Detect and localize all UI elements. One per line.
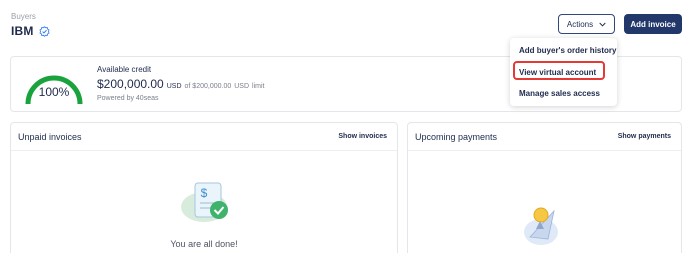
gauge-percent: 100% — [38, 85, 70, 99]
credit-gauge: 100% — [22, 66, 86, 106]
actions-button[interactable]: Actions — [558, 14, 615, 34]
empty-state-text: You are all done! — [170, 239, 238, 249]
add-invoice-button[interactable]: Add invoice — [624, 14, 682, 34]
panel-header: Upcoming payments Show payments — [408, 123, 681, 151]
breadcrumb[interactable]: Buyers — [11, 12, 36, 21]
panel-header: Unpaid invoices Show invoices — [11, 123, 397, 151]
verified-check-icon — [39, 25, 50, 37]
rocket-illustration — [524, 207, 558, 245]
menu-item-add-order-history[interactable]: Add buyer's order history — [519, 46, 616, 55]
svg-text:$: $ — [201, 186, 208, 200]
credit-limit-currency: USD — [234, 83, 250, 90]
show-payments-link[interactable]: Show payments — [618, 133, 671, 140]
show-invoices-link[interactable]: Show invoices — [338, 133, 387, 140]
unpaid-invoices-panel: Unpaid invoices Show invoices $ You are … — [10, 122, 398, 253]
credit-amount: $200,000.00 — [97, 77, 164, 91]
menu-item-view-virtual-account[interactable]: View virtual account — [519, 68, 596, 77]
credit-currency: USD — [166, 83, 182, 90]
credit-label: Available credit — [97, 65, 152, 74]
upcoming-payments-panel: Upcoming payments Show payments — [407, 122, 682, 253]
title-row: IBM — [11, 24, 50, 38]
actions-menu: Add buyer's order history View virtual a… — [510, 38, 617, 106]
powered-by: Powered by 40seas — [97, 95, 159, 102]
actions-button-label: Actions — [566, 19, 594, 29]
invoice-done-illustration: $ — [181, 182, 228, 222]
upcoming-payments-title: Upcoming payments — [415, 132, 498, 142]
chevron-down-icon — [599, 22, 606, 26]
credit-amount-row: $200,000.00 USD of $200,000.00 USD limit — [97, 77, 264, 91]
unpaid-invoices-title: Unpaid invoices — [18, 132, 82, 142]
credit-limit: of $200,000.00 — [184, 83, 232, 90]
page-title: IBM — [11, 24, 34, 38]
credit-limit-suffix: limit — [252, 83, 265, 90]
menu-item-manage-sales-access[interactable]: Manage sales access — [519, 89, 600, 98]
